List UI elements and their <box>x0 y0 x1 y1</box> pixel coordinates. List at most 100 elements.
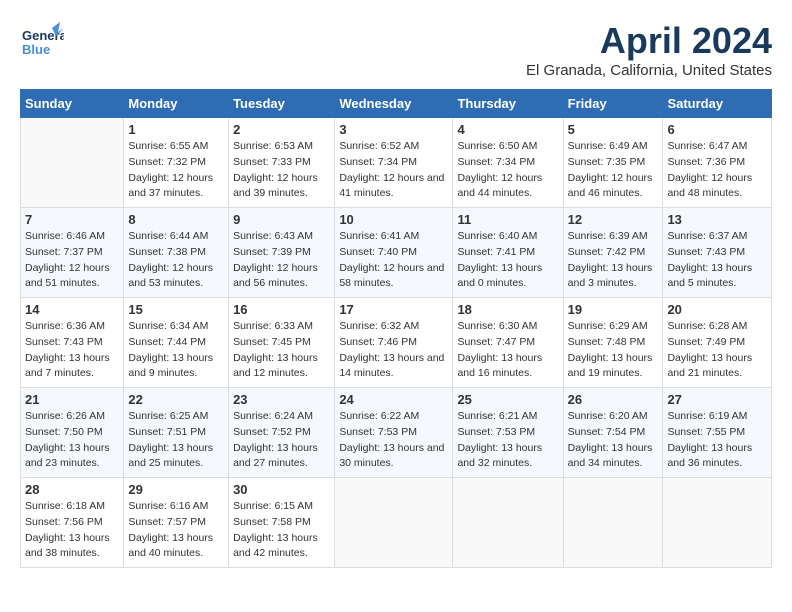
day-info: Sunrise: 6:41 AM Sunset: 7:40 PM Dayligh… <box>339 229 448 292</box>
week-row-5: 28 Sunrise: 6:18 AM Sunset: 7:56 PM Dayl… <box>21 478 772 568</box>
day-number: 22 <box>128 392 224 407</box>
header-monday: Monday <box>124 90 229 118</box>
day-number: 13 <box>667 212 767 227</box>
day-number: 28 <box>25 482 119 497</box>
day-number: 2 <box>233 122 330 137</box>
calendar-cell <box>453 478 563 568</box>
day-info: Sunrise: 6:15 AM Sunset: 7:58 PM Dayligh… <box>233 499 330 562</box>
day-number: 8 <box>128 212 224 227</box>
day-info: Sunrise: 6:26 AM Sunset: 7:50 PM Dayligh… <box>25 409 119 472</box>
day-info: Sunrise: 6:28 AM Sunset: 7:49 PM Dayligh… <box>667 319 767 382</box>
day-number: 21 <box>25 392 119 407</box>
day-info: Sunrise: 6:37 AM Sunset: 7:43 PM Dayligh… <box>667 229 767 292</box>
calendar-cell: 18 Sunrise: 6:30 AM Sunset: 7:47 PM Dayl… <box>453 298 563 388</box>
day-number: 15 <box>128 302 224 317</box>
day-number: 12 <box>568 212 659 227</box>
week-row-4: 21 Sunrise: 6:26 AM Sunset: 7:50 PM Dayl… <box>21 388 772 478</box>
day-number: 18 <box>457 302 558 317</box>
day-info: Sunrise: 6:16 AM Sunset: 7:57 PM Dayligh… <box>128 499 224 562</box>
day-number: 1 <box>128 122 224 137</box>
calendar-cell: 3 Sunrise: 6:52 AM Sunset: 7:34 PM Dayli… <box>335 118 453 208</box>
calendar-cell: 14 Sunrise: 6:36 AM Sunset: 7:43 PM Dayl… <box>21 298 124 388</box>
calendar-cell: 1 Sunrise: 6:55 AM Sunset: 7:32 PM Dayli… <box>124 118 229 208</box>
calendar-cell: 6 Sunrise: 6:47 AM Sunset: 7:36 PM Dayli… <box>663 118 772 208</box>
day-info: Sunrise: 6:24 AM Sunset: 7:52 PM Dayligh… <box>233 409 330 472</box>
calendar-cell: 10 Sunrise: 6:41 AM Sunset: 7:40 PM Dayl… <box>335 208 453 298</box>
header-friday: Friday <box>563 90 663 118</box>
day-info: Sunrise: 6:30 AM Sunset: 7:47 PM Dayligh… <box>457 319 558 382</box>
day-number: 27 <box>667 392 767 407</box>
calendar-cell: 25 Sunrise: 6:21 AM Sunset: 7:53 PM Dayl… <box>453 388 563 478</box>
day-number: 3 <box>339 122 448 137</box>
page-header: General Blue April 2024 El Granada, Cali… <box>20 20 772 79</box>
day-info: Sunrise: 6:20 AM Sunset: 7:54 PM Dayligh… <box>568 409 659 472</box>
calendar-cell: 24 Sunrise: 6:22 AM Sunset: 7:53 PM Dayl… <box>335 388 453 478</box>
calendar-cell: 27 Sunrise: 6:19 AM Sunset: 7:55 PM Dayl… <box>663 388 772 478</box>
day-number: 9 <box>233 212 330 227</box>
day-info: Sunrise: 6:46 AM Sunset: 7:37 PM Dayligh… <box>25 229 119 292</box>
calendar-cell <box>563 478 663 568</box>
calendar-cell: 11 Sunrise: 6:40 AM Sunset: 7:41 PM Dayl… <box>453 208 563 298</box>
calendar-cell: 29 Sunrise: 6:16 AM Sunset: 7:57 PM Dayl… <box>124 478 229 568</box>
calendar-cell: 15 Sunrise: 6:34 AM Sunset: 7:44 PM Dayl… <box>124 298 229 388</box>
day-info: Sunrise: 6:29 AM Sunset: 7:48 PM Dayligh… <box>568 319 659 382</box>
day-info: Sunrise: 6:55 AM Sunset: 7:32 PM Dayligh… <box>128 139 224 202</box>
calendar-cell <box>335 478 453 568</box>
calendar-cell: 30 Sunrise: 6:15 AM Sunset: 7:58 PM Dayl… <box>229 478 335 568</box>
calendar-cell: 28 Sunrise: 6:18 AM Sunset: 7:56 PM Dayl… <box>21 478 124 568</box>
day-number: 30 <box>233 482 330 497</box>
calendar-cell: 22 Sunrise: 6:25 AM Sunset: 7:51 PM Dayl… <box>124 388 229 478</box>
day-info: Sunrise: 6:40 AM Sunset: 7:41 PM Dayligh… <box>457 229 558 292</box>
calendar-cell: 4 Sunrise: 6:50 AM Sunset: 7:34 PM Dayli… <box>453 118 563 208</box>
day-info: Sunrise: 6:32 AM Sunset: 7:46 PM Dayligh… <box>339 319 448 382</box>
day-info: Sunrise: 6:52 AM Sunset: 7:34 PM Dayligh… <box>339 139 448 202</box>
week-row-2: 7 Sunrise: 6:46 AM Sunset: 7:37 PM Dayli… <box>21 208 772 298</box>
header-tuesday: Tuesday <box>229 90 335 118</box>
calendar-cell: 5 Sunrise: 6:49 AM Sunset: 7:35 PM Dayli… <box>563 118 663 208</box>
calendar-cell <box>21 118 124 208</box>
day-info: Sunrise: 6:53 AM Sunset: 7:33 PM Dayligh… <box>233 139 330 202</box>
day-info: Sunrise: 6:19 AM Sunset: 7:55 PM Dayligh… <box>667 409 767 472</box>
day-info: Sunrise: 6:34 AM Sunset: 7:44 PM Dayligh… <box>128 319 224 382</box>
day-number: 11 <box>457 212 558 227</box>
calendar-cell: 26 Sunrise: 6:20 AM Sunset: 7:54 PM Dayl… <box>563 388 663 478</box>
calendar-cell: 16 Sunrise: 6:33 AM Sunset: 7:45 PM Dayl… <box>229 298 335 388</box>
day-number: 4 <box>457 122 558 137</box>
day-info: Sunrise: 6:44 AM Sunset: 7:38 PM Dayligh… <box>128 229 224 292</box>
week-row-1: 1 Sunrise: 6:55 AM Sunset: 7:32 PM Dayli… <box>21 118 772 208</box>
day-info: Sunrise: 6:47 AM Sunset: 7:36 PM Dayligh… <box>667 139 767 202</box>
day-number: 26 <box>568 392 659 407</box>
day-info: Sunrise: 6:39 AM Sunset: 7:42 PM Dayligh… <box>568 229 659 292</box>
logo-icon: General Blue <box>20 20 64 64</box>
header-saturday: Saturday <box>663 90 772 118</box>
day-info: Sunrise: 6:49 AM Sunset: 7:35 PM Dayligh… <box>568 139 659 202</box>
day-number: 24 <box>339 392 448 407</box>
calendar-cell: 9 Sunrise: 6:43 AM Sunset: 7:39 PM Dayli… <box>229 208 335 298</box>
day-number: 25 <box>457 392 558 407</box>
calendar-cell: 8 Sunrise: 6:44 AM Sunset: 7:38 PM Dayli… <box>124 208 229 298</box>
calendar-table: SundayMondayTuesdayWednesdayThursdayFrid… <box>20 89 772 568</box>
day-number: 7 <box>25 212 119 227</box>
calendar-cell: 2 Sunrise: 6:53 AM Sunset: 7:33 PM Dayli… <box>229 118 335 208</box>
calendar-cell: 19 Sunrise: 6:29 AM Sunset: 7:48 PM Dayl… <box>563 298 663 388</box>
day-number: 23 <box>233 392 330 407</box>
day-number: 10 <box>339 212 448 227</box>
week-row-3: 14 Sunrise: 6:36 AM Sunset: 7:43 PM Dayl… <box>21 298 772 388</box>
day-info: Sunrise: 6:21 AM Sunset: 7:53 PM Dayligh… <box>457 409 558 472</box>
calendar-cell: 7 Sunrise: 6:46 AM Sunset: 7:37 PM Dayli… <box>21 208 124 298</box>
calendar-cell: 13 Sunrise: 6:37 AM Sunset: 7:43 PM Dayl… <box>663 208 772 298</box>
day-number: 19 <box>568 302 659 317</box>
day-info: Sunrise: 6:43 AM Sunset: 7:39 PM Dayligh… <box>233 229 330 292</box>
calendar-cell: 20 Sunrise: 6:28 AM Sunset: 7:49 PM Dayl… <box>663 298 772 388</box>
calendar-cell: 12 Sunrise: 6:39 AM Sunset: 7:42 PM Dayl… <box>563 208 663 298</box>
header-sunday: Sunday <box>21 90 124 118</box>
day-info: Sunrise: 6:50 AM Sunset: 7:34 PM Dayligh… <box>457 139 558 202</box>
calendar-header-row: SundayMondayTuesdayWednesdayThursdayFrid… <box>21 90 772 118</box>
logo: General Blue <box>20 20 64 64</box>
day-info: Sunrise: 6:22 AM Sunset: 7:53 PM Dayligh… <box>339 409 448 472</box>
day-info: Sunrise: 6:18 AM Sunset: 7:56 PM Dayligh… <box>25 499 119 562</box>
calendar-cell: 23 Sunrise: 6:24 AM Sunset: 7:52 PM Dayl… <box>229 388 335 478</box>
month-title: April 2024 <box>526 20 772 62</box>
location: El Granada, California, United States <box>526 62 772 79</box>
day-number: 16 <box>233 302 330 317</box>
